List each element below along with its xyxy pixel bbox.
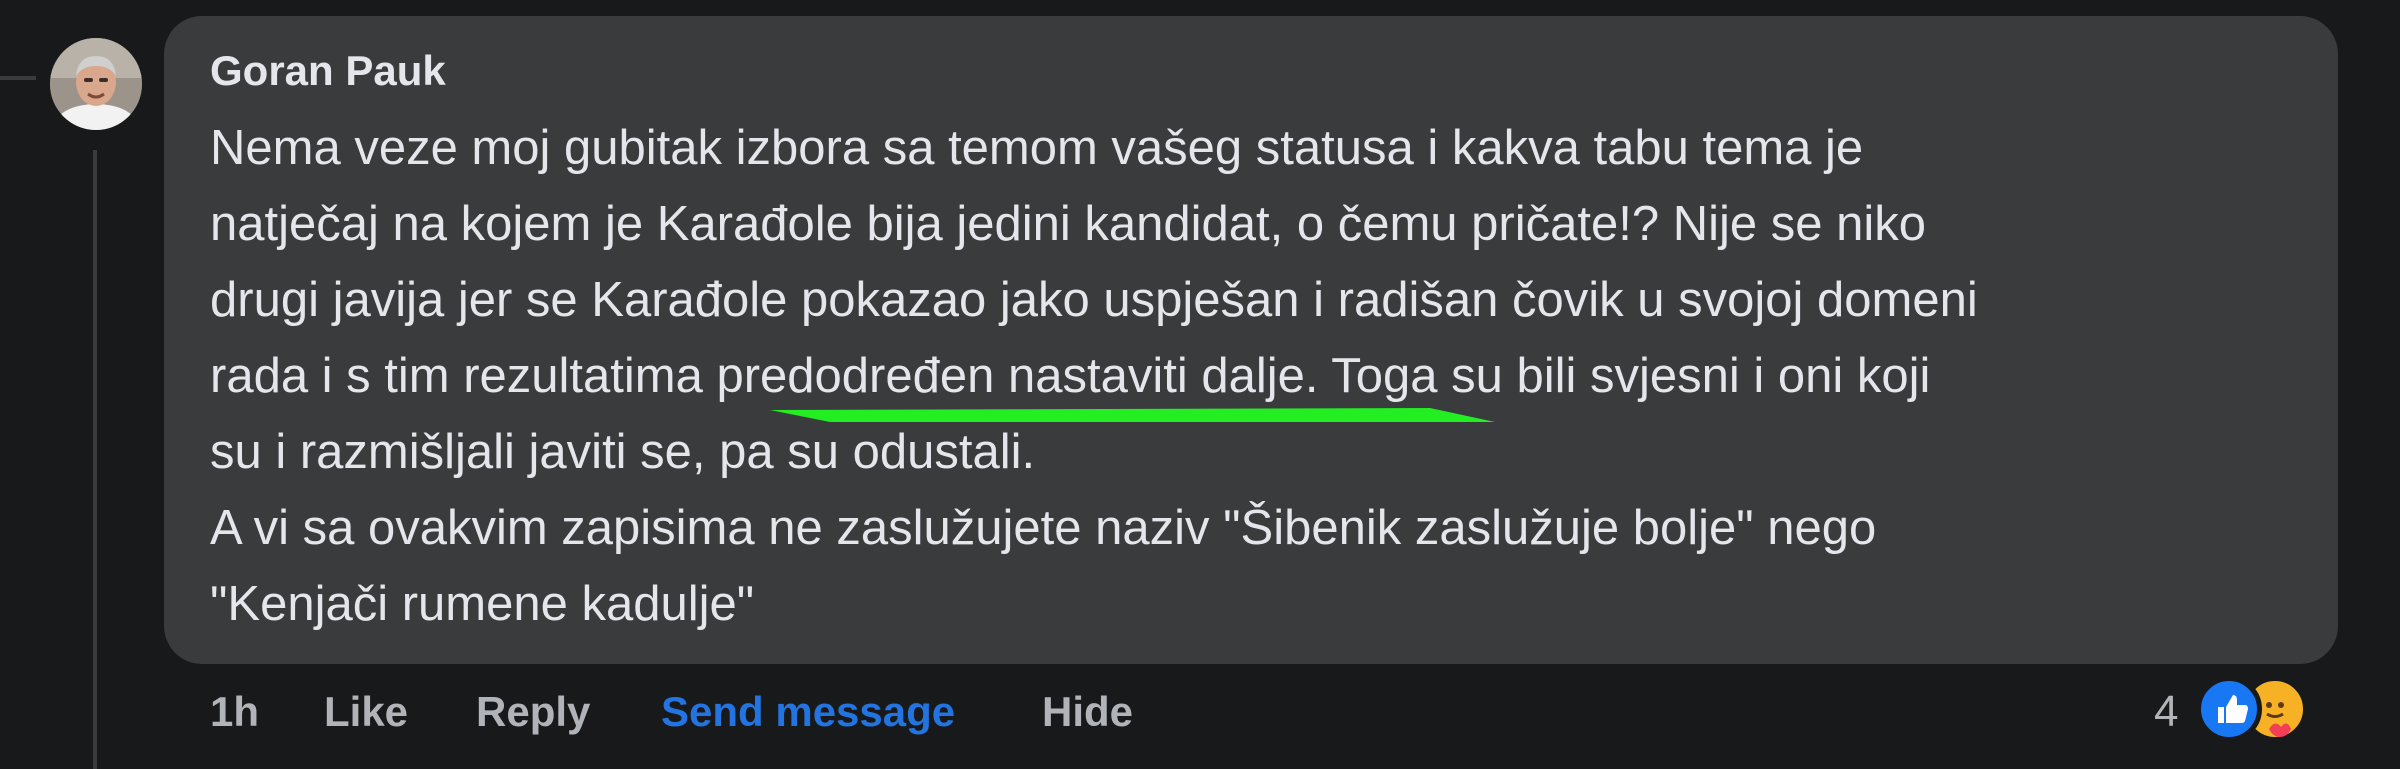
comment-text-line: drugi javija jer se Karađole pokazao jak… [210,273,1978,327]
comment-text-line: A vi sa ovakvim zapisima ne zaslužujete … [210,501,1877,555]
comment-text-line: "Kenjači rumene kadulje" [210,577,755,631]
reaction-count: 4 [2154,687,2179,736]
comment-text-line: Nema veze moj gubitak izbora sa temom va… [210,121,1864,175]
avatar-photo [50,38,142,130]
avatar[interactable] [50,38,142,130]
send-message-button[interactable]: Send message [661,682,955,742]
comment-text-line: natječaj na kojem je Karađole bija jedin… [210,197,1926,251]
hide-button[interactable]: Hide [1042,682,1133,742]
comment-author-name[interactable]: Goran Pauk [210,46,446,96]
reply-button[interactable]: Reply [476,682,590,742]
comment-timestamp[interactable]: 1h [210,682,259,742]
thread-connector-horizontal [0,76,36,80]
thread-connector-vertical [93,150,97,769]
like-reaction-icon [2196,676,2262,742]
like-button[interactable]: Like [324,682,408,742]
green-underline-annotation [770,408,1495,422]
